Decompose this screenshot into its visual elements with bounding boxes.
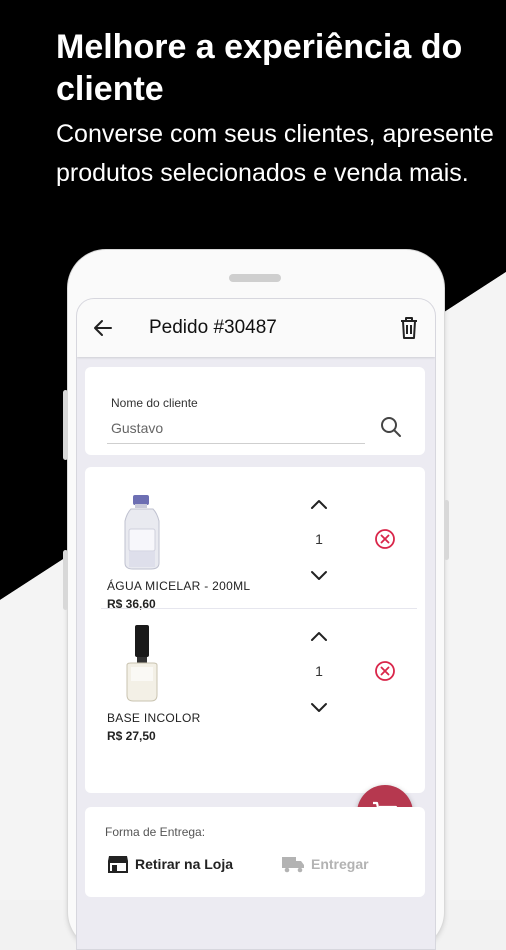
- search-icon[interactable]: [379, 415, 403, 439]
- micellar-water-bottle-image: [124, 495, 160, 570]
- app-screen: Pedido #30487 Nome do cliente Gustavo ÁG…: [76, 298, 436, 950]
- phone-side-button: [63, 390, 68, 460]
- delivery-card: Forma de Entrega: Retirar na Loja Entreg…: [85, 807, 425, 897]
- delivery-option[interactable]: Entregar: [281, 849, 369, 879]
- chevron-up-icon[interactable]: [307, 493, 331, 517]
- item-quantity: 1: [315, 663, 323, 679]
- delivery-option-label: Entregar: [311, 856, 369, 872]
- phone-side-button: [63, 550, 68, 610]
- app-bar: Pedido #30487: [77, 299, 435, 357]
- product-name: BASE INCOLOR: [107, 711, 201, 725]
- truck-icon: [282, 857, 304, 873]
- phone-speaker: [229, 274, 281, 282]
- pickup-option[interactable]: Retirar na Loja: [107, 849, 233, 879]
- promo-subline: Converse com seus clientes, apresente pr…: [56, 120, 494, 187]
- client-name-label: Nome do cliente: [111, 396, 198, 410]
- store-icon: [108, 856, 128, 873]
- product-price: R$ 27,50: [107, 729, 156, 743]
- remove-item-icon[interactable]: [373, 659, 397, 683]
- remove-item-icon[interactable]: [373, 527, 397, 551]
- page-title: Pedido #30487: [149, 317, 277, 338]
- trash-icon[interactable]: [397, 315, 421, 341]
- phone-mockup: Pedido #30487 Nome do cliente Gustavo ÁG…: [63, 250, 449, 950]
- client-card: Nome do cliente: [85, 367, 425, 455]
- pickup-option-label: Retirar na Loja: [135, 856, 234, 872]
- phone-side-button: [444, 500, 449, 560]
- client-name-input[interactable]: [107, 413, 365, 444]
- item-divider: [101, 608, 417, 609]
- chevron-down-icon[interactable]: [307, 695, 331, 719]
- promo-headline: Melhore a experiência do cliente: [56, 28, 463, 108]
- product-name: ÁGUA MICELAR - 200ML: [107, 579, 251, 593]
- arrow-left-icon[interactable]: [91, 316, 115, 340]
- chevron-up-icon[interactable]: [307, 625, 331, 649]
- delivery-label: Forma de Entrega:: [105, 825, 206, 839]
- order-items-card: ÁGUA MICELAR - 200ML R$ 36,60 1 BASE INC…: [85, 467, 425, 793]
- chevron-down-icon[interactable]: [307, 563, 331, 587]
- order-item: BASE INCOLOR R$ 27,50 1: [85, 623, 425, 757]
- item-quantity: 1: [315, 531, 323, 547]
- nail-polish-bottle-image: [126, 625, 158, 702]
- order-item: ÁGUA MICELAR - 200ML R$ 36,60 1: [85, 491, 425, 625]
